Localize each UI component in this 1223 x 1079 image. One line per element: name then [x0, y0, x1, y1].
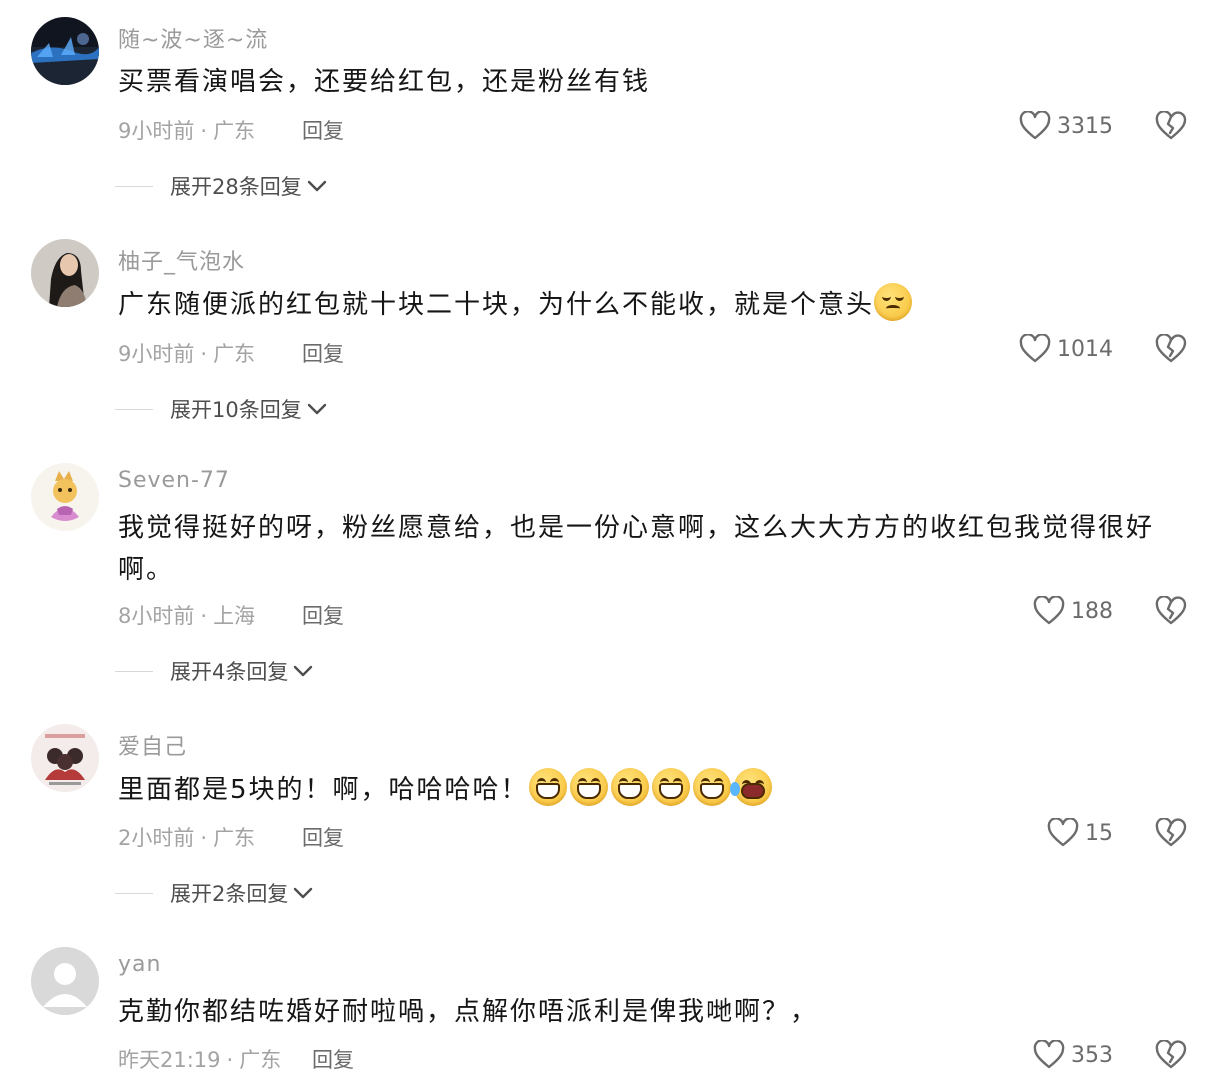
comment-meta: 9小时前 · 广东: [118, 342, 256, 366]
comment-text: 里面都是5块的！啊，哈哈哈哈！: [118, 768, 1178, 811]
dislike-button[interactable]: [1155, 334, 1187, 364]
reply-button[interactable]: 回复: [302, 115, 344, 145]
comment-meta: 昨天21:19 · 广东: [118, 1048, 282, 1072]
dislike-button[interactable]: [1155, 111, 1187, 141]
timestamp: 8小时前: [118, 604, 195, 628]
grin-emoji: [651, 768, 690, 806]
heart-outline-icon: [1033, 1040, 1065, 1069]
like-button[interactable]: 188: [1033, 596, 1113, 626]
chevron-down-icon: [294, 665, 313, 677]
comment-item: 随~波~逐~流 买票看演唱会，还要给红包，还是粉丝有钱 9小时前 · 广东 回复 3…: [0, 17, 1223, 237]
username[interactable]: 随~波~逐~流: [118, 22, 268, 54]
expand-replies-label: 展开2条回复: [170, 882, 289, 906]
dislike-button[interactable]: [1155, 818, 1187, 848]
broken-heart-icon: [1155, 111, 1187, 140]
timestamp: 9小时前: [118, 119, 195, 143]
location: 广东: [239, 1048, 282, 1072]
chevron-down-icon: [307, 403, 326, 415]
laugh-cry-emoji: [729, 768, 772, 806]
heart-outline-icon: [1047, 818, 1079, 847]
location: 广东: [213, 119, 256, 143]
like-button[interactable]: 353: [1033, 1040, 1113, 1070]
comment-meta: 2小时前 · 广东: [118, 826, 256, 850]
reply-button[interactable]: 回复: [302, 822, 344, 852]
grin-emoji: [569, 768, 608, 806]
avatar[interactable]: [31, 724, 99, 792]
divider: [115, 670, 153, 672]
broken-heart-icon: [1155, 596, 1187, 625]
comment-meta: 9小时前 · 广东: [118, 119, 256, 143]
location: 上海: [213, 604, 256, 628]
comment-text: 广东随便派的红包就十块二十块，为什么不能收，就是个意头: [118, 283, 1178, 326]
broken-heart-icon: [1155, 1040, 1187, 1069]
avatar[interactable]: [31, 947, 99, 1015]
like-button[interactable]: 3315: [1019, 111, 1113, 141]
like-count: 188: [1071, 598, 1113, 624]
comment-text-body: 克勤你都结咗婚好耐啦喎，点解你唔派利是俾我哋啊？，: [118, 997, 819, 1027]
comment-item: yan 克勤你都结咗婚好耐啦喎，点解你唔派利是俾我哋啊？， 昨天21:19 · 广东…: [0, 947, 1223, 1079]
grin-emoji: [610, 768, 649, 806]
expand-replies-button[interactable]: 展开2条回复: [115, 878, 314, 908]
comment-text: 买票看演唱会，还要给红包，还是粉丝有钱: [118, 61, 1178, 103]
divider: [115, 408, 153, 410]
username[interactable]: Seven-77: [118, 468, 230, 493]
reply-button[interactable]: 回复: [312, 1044, 354, 1074]
username[interactable]: 爱自己: [118, 729, 187, 761]
heart-outline-icon: [1019, 334, 1051, 363]
location: 广东: [213, 342, 256, 366]
comment-text-body: 里面都是5块的！啊，哈哈哈哈！: [118, 775, 529, 805]
reply-button[interactable]: 回复: [302, 600, 344, 630]
expand-replies-label: 展开4条回复: [170, 660, 289, 684]
comment-item: Seven-77 我觉得挺好的呀，粉丝愿意给，也是一份心意啊，这么大大方方的收红…: [0, 463, 1223, 686]
dislike-button[interactable]: [1155, 1040, 1187, 1070]
heart-outline-icon: [1033, 596, 1065, 625]
timestamp: 9小时前: [118, 342, 195, 366]
like-button[interactable]: 15: [1047, 818, 1113, 848]
like-count: 15: [1085, 820, 1113, 846]
avatar[interactable]: [31, 463, 99, 531]
username[interactable]: yan: [118, 952, 161, 977]
avatar[interactable]: [31, 17, 99, 85]
avatar[interactable]: [31, 239, 99, 307]
grin-emoji: [528, 768, 567, 806]
dislike-button[interactable]: [1155, 596, 1187, 626]
reply-button[interactable]: 回复: [302, 338, 344, 368]
like-count: 353: [1071, 1042, 1113, 1068]
broken-heart-icon: [1155, 818, 1187, 847]
username[interactable]: 柚子_气泡水: [118, 244, 245, 276]
comment-text-body: 买票看演唱会，还要给红包，还是粉丝有钱: [118, 67, 651, 97]
comment-text-body: 广东随便派的红包就十块二十块，为什么不能收，就是个意头: [118, 290, 875, 320]
comment-item: 爱自己 里面都是5块的！啊，哈哈哈哈！ 2小时前 · 广东 回复 15 展开2条回复: [0, 724, 1223, 944]
chevron-down-icon: [294, 887, 313, 899]
chevron-down-icon: [307, 180, 326, 192]
grin-emoji: [692, 768, 731, 806]
comment-text-body: 我觉得挺好的呀，粉丝愿意给，也是一份心意啊，这么大大方方的收红包我觉得很好啊。: [118, 513, 1155, 585]
expand-replies-button[interactable]: 展开4条回复: [115, 656, 314, 686]
comment-item: 柚子_气泡水 广东随便派的红包就十块二十块，为什么不能收，就是个意头 9小时前 ·…: [0, 239, 1223, 459]
timestamp: 2小时前: [118, 826, 195, 850]
expand-replies-label: 展开28条回复: [170, 175, 302, 199]
expand-replies-label: 展开10条回复: [170, 398, 302, 422]
like-button[interactable]: 1014: [1019, 334, 1113, 364]
expand-replies-button[interactable]: 展开28条回复: [115, 171, 328, 201]
timestamp: 昨天21:19: [118, 1048, 221, 1072]
comment-text: 克勤你都结咗婚好耐啦喎，点解你唔派利是俾我哋啊？，: [118, 991, 1178, 1033]
broken-heart-icon: [1155, 334, 1187, 363]
like-count: 1014: [1057, 336, 1113, 362]
divider: [115, 892, 153, 894]
like-count: 3315: [1057, 113, 1113, 139]
worried-face-emoji: [874, 283, 913, 321]
divider: [115, 185, 153, 187]
comment-meta: 8小时前 · 上海: [118, 604, 256, 628]
expand-replies-button[interactable]: 展开10条回复: [115, 394, 328, 424]
comment-text: 我觉得挺好的呀，粉丝愿意给，也是一份心意啊，这么大大方方的收红包我觉得很好啊。: [118, 507, 1178, 591]
location: 广东: [213, 826, 256, 850]
heart-outline-icon: [1019, 111, 1051, 140]
